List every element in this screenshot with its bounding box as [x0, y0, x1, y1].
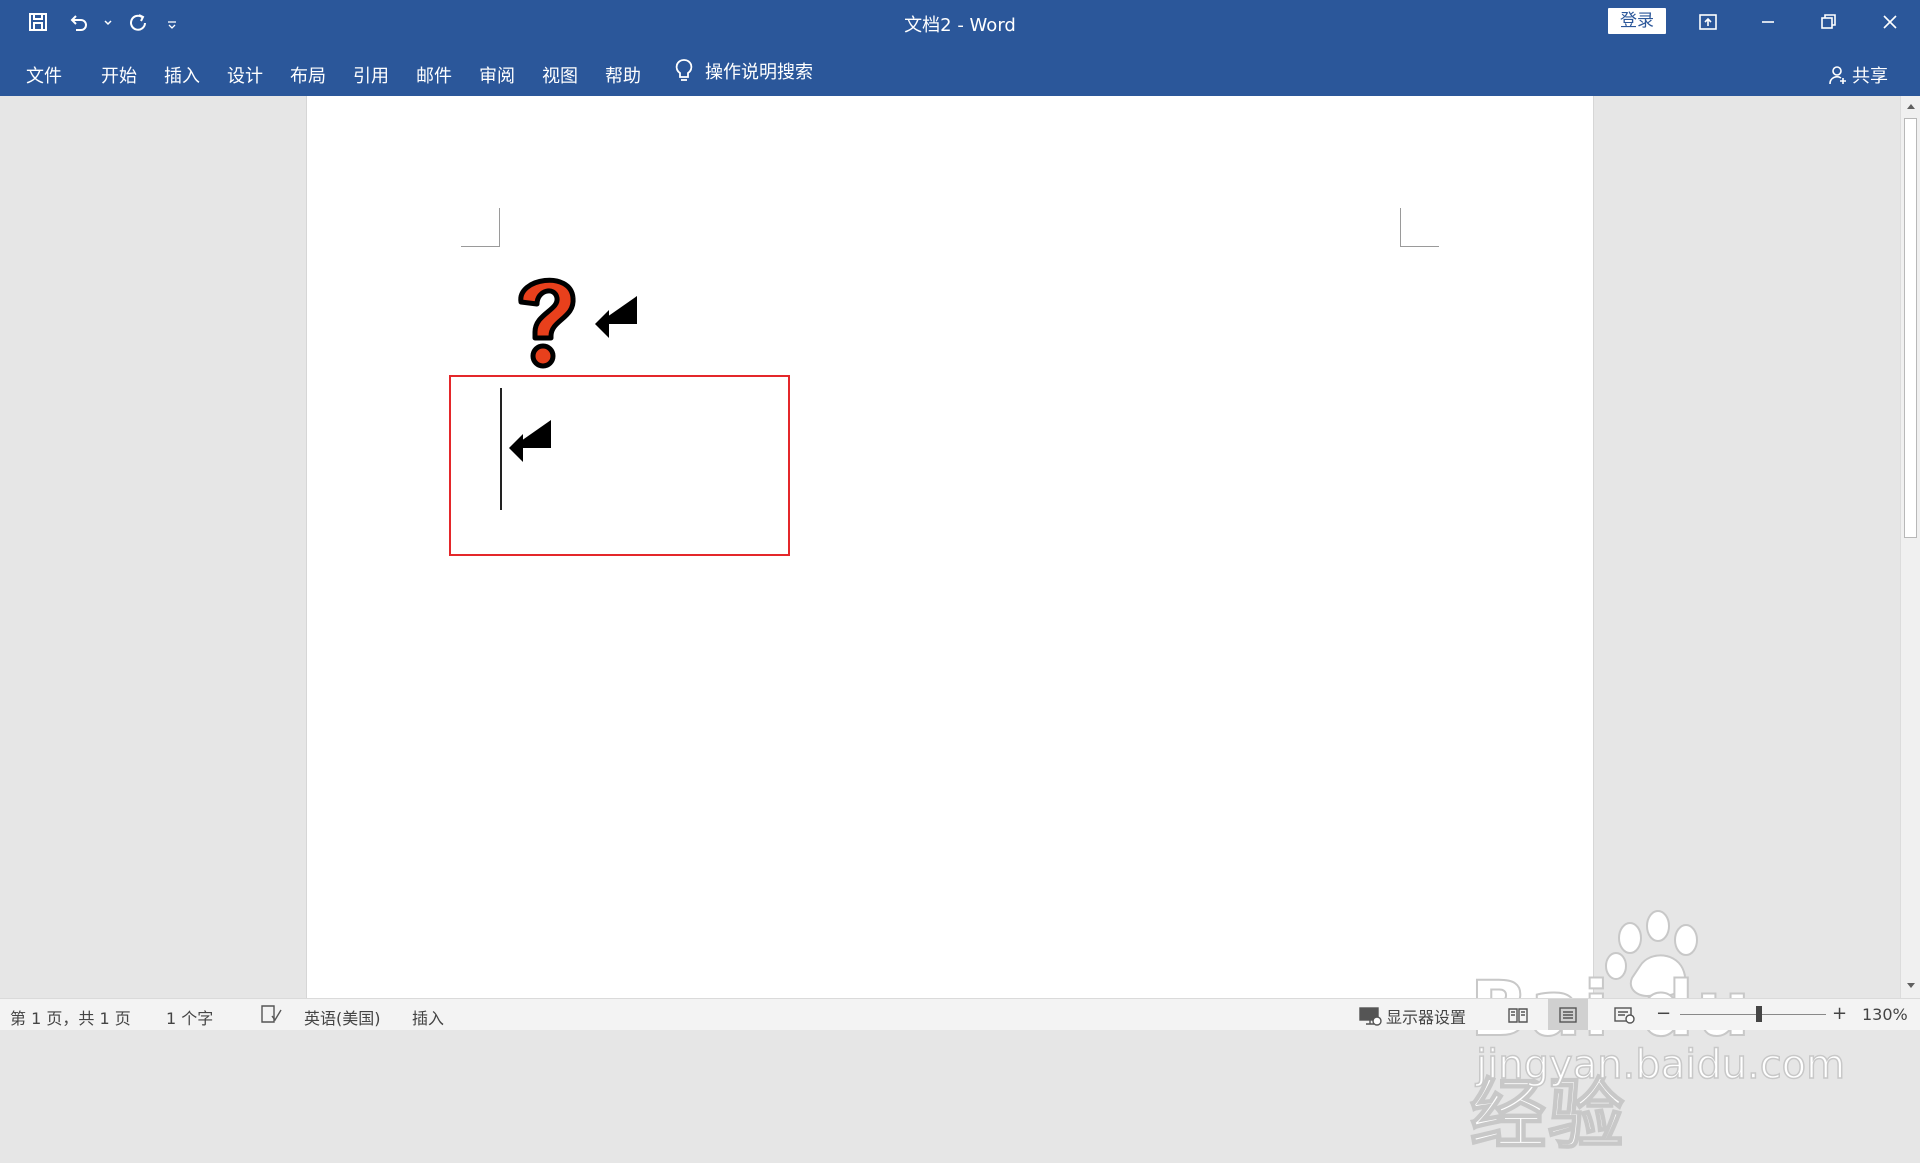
document-workspace: Bai du 经验 jingyan.baidu.com	[0, 96, 1900, 1160]
title-bar: 文档2 - Word 登录	[0, 0, 1920, 44]
scroll-thumb[interactable]	[1904, 118, 1917, 538]
tab-file[interactable]: 文件	[26, 62, 62, 88]
display-settings-button[interactable]: 显示器设置	[1358, 1004, 1466, 1028]
zoom-slider-thumb[interactable]	[1756, 1006, 1762, 1022]
chevron-up-icon	[1907, 104, 1915, 109]
vertical-scrollbar[interactable]	[1900, 96, 1920, 998]
undo-dropdown-button[interactable]	[102, 6, 114, 38]
login-button[interactable]: 登录	[1608, 8, 1666, 34]
share-button[interactable]: 共享	[1828, 62, 1888, 88]
tab-design[interactable]: 设计	[227, 62, 263, 88]
read-mode-icon	[1508, 1007, 1528, 1023]
undo-icon	[70, 15, 87, 31]
tab-insert[interactable]: 插入	[164, 62, 200, 88]
paragraph-mark-icon	[509, 420, 551, 462]
proofing-button[interactable]	[260, 1004, 282, 1028]
status-bar: 第 1 页，共 1 页 1 个字 英语(美国) 插入 显示器设置 − + 130…	[0, 998, 1920, 1030]
quick-access-toolbar	[22, 6, 182, 38]
margin-corner-top-left	[461, 208, 500, 247]
zoom-out-button[interactable]: −	[1656, 1003, 1671, 1024]
undo-dropdown-icon	[104, 20, 112, 26]
display-settings-label: 显示器设置	[1386, 1008, 1467, 1027]
zoom-in-button[interactable]: +	[1832, 1003, 1847, 1024]
restore-icon	[1821, 14, 1836, 29]
watermark-url: jingyan.baidu.com	[1475, 1041, 1846, 1089]
question-mark-icon	[518, 277, 576, 369]
customize-qat-icon	[168, 21, 176, 29]
save-button[interactable]	[22, 6, 54, 38]
tab-references[interactable]: 引用	[353, 62, 389, 88]
print-layout-button[interactable]	[1548, 999, 1588, 1030]
scroll-down-button[interactable]	[1903, 978, 1919, 994]
read-mode-button[interactable]	[1498, 999, 1538, 1030]
share-label: 共享	[1852, 66, 1888, 87]
tab-layout[interactable]: 布局	[290, 62, 326, 88]
chevron-down-icon	[1907, 983, 1915, 988]
close-icon	[1883, 15, 1897, 29]
redo-button[interactable]	[122, 6, 154, 38]
language-status[interactable]: 英语(美国)	[304, 1005, 381, 1029]
tab-view[interactable]: 视图	[542, 62, 578, 88]
tab-home[interactable]: 开始	[101, 62, 137, 88]
document-page[interactable]	[306, 96, 1594, 998]
tell-me-search[interactable]: 操作说明搜索	[673, 58, 813, 84]
minimize-button[interactable]	[1740, 0, 1796, 44]
ribbon-tabs: 文件 开始 插入 设计 布局 引用 邮件 审阅 视图 帮助 操作说明搜索 共享	[0, 44, 1920, 96]
display-settings-icon	[1359, 1007, 1382, 1026]
tell-me-label: 操作说明搜索	[705, 62, 813, 83]
zoom-level[interactable]: 130%	[1862, 1005, 1908, 1024]
ribbon-display-options-button[interactable]	[1680, 0, 1736, 44]
paragraph-mark-icon	[595, 296, 637, 338]
save-icon	[29, 13, 47, 31]
insert-mode-status[interactable]: 插入	[412, 1005, 444, 1029]
undo-button[interactable]	[62, 6, 94, 38]
tab-review[interactable]: 审阅	[479, 62, 515, 88]
restore-button[interactable]	[1800, 0, 1856, 44]
scroll-up-button[interactable]	[1903, 98, 1919, 114]
minimize-icon	[1762, 21, 1774, 23]
redo-icon	[130, 14, 146, 31]
tab-help[interactable]: 帮助	[605, 62, 641, 88]
print-layout-icon	[1559, 1006, 1577, 1023]
web-layout-icon	[1614, 1006, 1635, 1024]
lightbulb-icon	[675, 59, 693, 81]
proofing-icon	[261, 1005, 282, 1023]
web-layout-button[interactable]	[1604, 999, 1644, 1030]
tab-mailings[interactable]: 邮件	[416, 62, 452, 88]
text-cursor	[500, 388, 502, 510]
page-count[interactable]: 第 1 页，共 1 页	[10, 1005, 131, 1029]
person-icon	[1829, 66, 1846, 85]
ribbon-display-icon	[1699, 14, 1717, 30]
word-count[interactable]: 1 个字	[166, 1005, 213, 1029]
zoom-slider[interactable]	[1680, 1014, 1826, 1015]
customize-qat-button[interactable]	[162, 6, 182, 38]
close-button[interactable]	[1862, 0, 1918, 44]
margin-corner-top-right	[1400, 208, 1439, 247]
